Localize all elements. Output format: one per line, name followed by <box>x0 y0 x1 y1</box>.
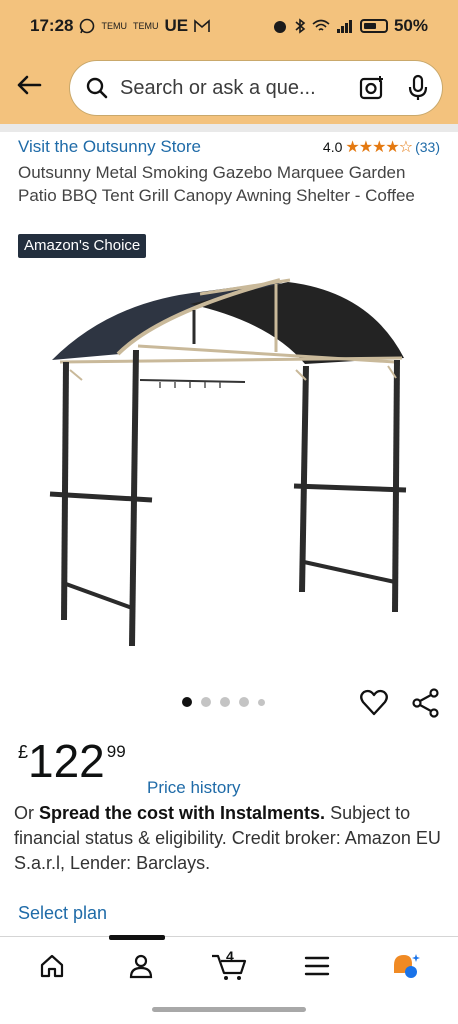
gesture-bar <box>152 1007 306 1012</box>
bluetooth-icon <box>295 18 306 34</box>
battery-percent: 50% <box>393 16 428 35</box>
carousel-dot[interactable] <box>182 697 192 707</box>
signal-icon <box>336 20 352 33</box>
gmail-icon <box>194 19 210 32</box>
carousel-dot[interactable] <box>201 697 211 707</box>
price: £ 122 99 <box>18 738 126 784</box>
microphone-icon[interactable] <box>408 74 428 102</box>
amazons-choice-badge: Amazon's Choice <box>18 234 147 258</box>
wifi-icon <box>312 19 330 31</box>
home-icon <box>41 954 64 978</box>
instalments-subject: Subject to <box>325 803 411 823</box>
instalments-heading: Spread the cost with Instalments. <box>39 803 326 823</box>
instalments-info: Or Spread the cost with Instalments. Sub… <box>14 801 444 876</box>
nav-menu[interactable] <box>294 943 340 989</box>
share-icon[interactable] <box>411 688 441 718</box>
product-title: Outsunny Metal Smoking Gazebo Marquee Ga… <box>18 163 415 205</box>
review-count[interactable]: (33) <box>415 139 440 155</box>
nav-rufus[interactable] <box>383 943 429 989</box>
alarm-icon <box>273 21 286 33</box>
rating-summary[interactable]: 4.0 ★★★★☆ (33) <box>323 137 440 157</box>
ue-label: UE <box>164 16 189 35</box>
account-icon <box>129 954 152 979</box>
carousel-dot[interactable] <box>220 697 230 707</box>
carousel-dot[interactable] <box>239 697 249 707</box>
instalments-details: financial status & eligibility. Credit b… <box>14 828 441 873</box>
rufus-icon <box>393 954 420 978</box>
price-fraction: 99 <box>106 742 126 761</box>
bottom-nav-divider <box>0 936 458 937</box>
app-header: 17:28 TEMU TEMU UE 50% Search or ask a q… <box>0 0 458 124</box>
nav-home[interactable] <box>29 943 75 989</box>
heart-icon[interactable] <box>359 688 389 718</box>
price-history-link[interactable]: Price history <box>147 778 241 798</box>
search-input[interactable]: Search or ask a que... <box>120 77 358 100</box>
temu-icon: TEMU <box>101 20 127 31</box>
search-bar[interactable]: Search or ask a que... <box>70 61 442 115</box>
active-tab-indicator <box>109 935 165 940</box>
store-rating-row: Visit the Outsunny Store 4.0 ★★★★☆ (33) <box>18 137 440 157</box>
instalments-prefix: Or <box>14 803 39 823</box>
battery-icon <box>359 19 388 33</box>
back-arrow-icon[interactable] <box>14 70 44 100</box>
nav-account[interactable] <box>118 943 164 989</box>
temu-icon: TEMU <box>132 20 159 31</box>
camera-search-icon[interactable] <box>358 74 386 102</box>
image-carousel-dots[interactable] <box>182 697 265 707</box>
header-divider <box>0 124 458 132</box>
nav-cart[interactable]: 4 <box>206 943 252 989</box>
star-rating-icon: ★★★★☆ <box>345 139 413 156</box>
price-currency: £ <box>18 742 29 762</box>
bottom-nav: 4 <box>0 941 458 991</box>
carousel-dot[interactable] <box>258 698 265 706</box>
product-image[interactable] <box>0 262 458 682</box>
price-whole: 122 <box>28 735 105 787</box>
store-link[interactable]: Visit the Outsunny Store <box>18 137 201 157</box>
status-time: 17:28 <box>30 16 74 35</box>
rating-value: 4.0 <box>322 139 343 155</box>
menu-icon <box>305 956 330 976</box>
select-plan-link[interactable]: Select plan <box>18 903 107 924</box>
search-icon <box>86 77 108 99</box>
status-bar: 17:28 TEMU TEMU UE 50% <box>0 0 458 52</box>
cart-count-badge: 4 <box>225 948 234 964</box>
whatsapp-icon <box>80 18 95 34</box>
